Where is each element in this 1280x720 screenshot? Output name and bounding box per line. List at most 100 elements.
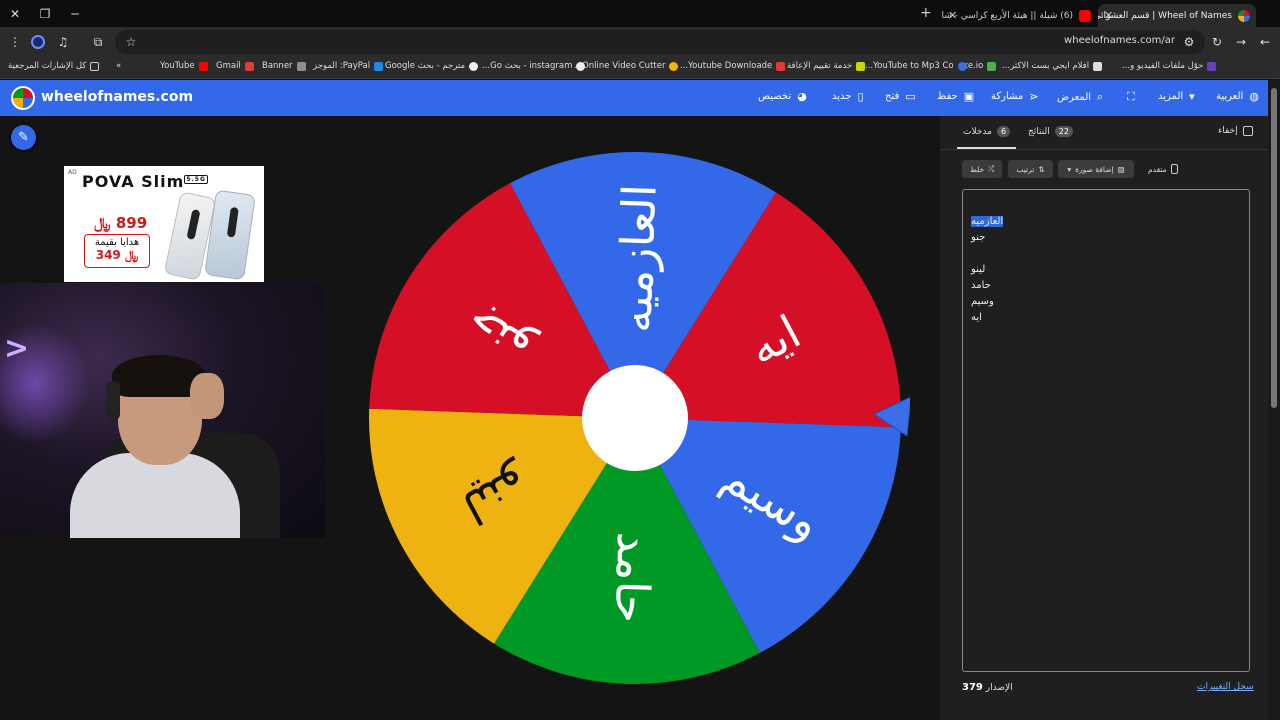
app-header: wheelofnames.com ◕ تخصيص ▯ جديد ▭ فتح ▣ حفظ … xyxy=(0,80,1268,116)
media-controls-icon[interactable]: ♫ xyxy=(54,33,72,51)
bookmark-item[interactable]: افلام ايجي بست الاكثر... xyxy=(1002,61,1103,71)
neon-sign-image: > xyxy=(4,331,30,366)
more-menu-button[interactable]: ▾ المزيد xyxy=(1158,90,1195,103)
save-button[interactable]: ▣ حفظ xyxy=(937,90,974,103)
checkbox-icon[interactable] xyxy=(1242,126,1253,136)
bookmark-icon xyxy=(776,61,786,71)
brand-title[interactable]: wheelofnames.com xyxy=(41,89,193,105)
minimize-window-icon[interactable]: ─ xyxy=(60,0,90,27)
fullscreen-icon: ⛶ xyxy=(1127,90,1135,103)
wheel-favicon-icon xyxy=(1238,9,1250,22)
close-tab-icon[interactable]: ✕ xyxy=(948,9,957,22)
wheel-center[interactable] xyxy=(582,365,688,471)
shuffle-button[interactable]: ⤮ خلط xyxy=(962,160,1002,178)
entry-line[interactable] xyxy=(971,246,1241,262)
bookmark-star-icon[interactable]: ☆ xyxy=(122,33,140,51)
ad-price: 899 ﷼ xyxy=(94,214,148,232)
advanced-toggle[interactable]: متقدم xyxy=(1143,160,1183,178)
version-info: الإصدار 379 xyxy=(962,682,1013,693)
all-bookmarks-item[interactable]: كل الإشارات المرجعية xyxy=(8,61,100,71)
entry-line[interactable]: ايه xyxy=(971,310,1241,326)
restore-window-icon[interactable]: ❐ xyxy=(30,0,60,27)
entry-line[interactable]: جنو xyxy=(971,230,1241,246)
new-tab-button[interactable]: + xyxy=(920,5,932,21)
search-icon: ⌕ xyxy=(1097,90,1104,103)
edit-pencil-button[interactable]: ✎ xyxy=(11,125,36,150)
bookmark-icon xyxy=(669,61,679,71)
profile-avatar-icon[interactable] xyxy=(29,33,47,51)
checkbox-icon[interactable] xyxy=(1170,164,1178,174)
browser-toolbar: ⋮ ♫ ⧉ ☆ wheelofnames.com/ar ⚙ ↻ → ← xyxy=(0,27,1280,57)
globe-icon: ◍ xyxy=(1249,90,1259,103)
entry-line[interactable]: حامد xyxy=(971,278,1241,294)
image-icon: ▨ xyxy=(1117,164,1125,174)
close-tab-icon[interactable]: ✕ xyxy=(1104,9,1113,22)
sort-button[interactable]: ⇅ ترتيب xyxy=(1008,160,1053,178)
ad-gift-text: هدايا بقيمة xyxy=(94,237,140,248)
page-scrollbar[interactable] xyxy=(1268,80,1280,720)
floppy-icon: ▣ xyxy=(963,90,975,103)
ad-badge: 5.5G xyxy=(184,174,208,184)
add-image-button[interactable]: ▨ إضافة صورة ▾ xyxy=(1058,160,1134,178)
changelog-link[interactable]: سجل التغييرات xyxy=(1197,682,1254,692)
url-text[interactable]: wheelofnames.com/ar xyxy=(1010,35,1175,46)
wheel-svg[interactable]: وسيمحامدلينوجنوالعازميهايه xyxy=(365,148,910,688)
bookmark-item[interactable]: Youtube Downloade... xyxy=(680,61,786,71)
bookmark-item[interactable]: حوّل ملفات الفيديو و... xyxy=(1122,61,1217,71)
extensions-icon[interactable]: ⧉ xyxy=(89,33,107,51)
chevron-down-icon: ▾ xyxy=(1067,164,1072,174)
entries-panel: إخفاء 22 النتائج 6 مدخلات ⤮ خلط ⇅ ترتيب ▨ إضا… xyxy=(940,116,1268,720)
bookmarks-overflow-icon[interactable]: » xyxy=(116,61,121,71)
bookmark-item[interactable]: instagram - بحث Go... xyxy=(482,61,586,71)
bookmark-item[interactable]: Banner xyxy=(262,61,306,71)
new-button[interactable]: ▯ جديد xyxy=(832,90,864,103)
wheel-segment-label: حامد xyxy=(604,531,661,624)
bookmark-icon xyxy=(987,61,997,71)
forward-icon[interactable]: → xyxy=(1232,33,1250,51)
folder-open-icon: ▭ xyxy=(905,90,916,103)
browser-tab-youtube[interactable]: (6) شيلة || هيئة الأربع كراسي - شا ✕ xyxy=(942,4,1097,27)
bookmark-item[interactable]: مترجم - بحث Google xyxy=(385,61,479,71)
bookmark-item[interactable]: YouTube to Mp3 Co... xyxy=(865,61,967,71)
open-button[interactable]: ▭ فتح xyxy=(885,90,916,103)
bookmark-icon xyxy=(957,61,967,71)
reload-icon[interactable]: ↻ xyxy=(1208,33,1226,51)
youtube-icon xyxy=(1079,9,1091,22)
results-count-badge: 22 xyxy=(1054,126,1073,137)
bookmark-item[interactable]: Gmail xyxy=(216,61,254,71)
entry-line[interactable]: وسيم xyxy=(971,294,1241,310)
shuffle-icon: ⤮ xyxy=(988,164,995,173)
advertisement[interactable]: AD POVA Slim 5.5G 899 ﷼ هدايا بقيمة 349 ﷼ xyxy=(64,166,264,282)
chevron-down-icon: ▾ xyxy=(1189,90,1195,103)
pencil-icon: ✎ xyxy=(18,130,29,145)
browser-tab-wheel[interactable]: Wheel of Names | قسم العشوائي ✕ xyxy=(1098,4,1256,27)
version-number: 379 xyxy=(962,682,983,693)
gallery-button[interactable]: ⌕ المعرض xyxy=(1057,90,1103,104)
bookmark-item[interactable]: PayPal: الموجز xyxy=(313,61,384,71)
wheel-segment-label: العازميه xyxy=(607,183,666,333)
tab-entries[interactable]: 6 مدخلات xyxy=(956,126,1017,149)
browser-tab-strip: ✕ ❐ ─ + (6) شيلة || هيئة الأربع كراسي - … xyxy=(0,0,1280,27)
close-window-icon[interactable]: ✕ xyxy=(0,0,30,27)
language-button[interactable]: ◍ العربية xyxy=(1216,90,1259,103)
fullscreen-button[interactable]: ⛶ xyxy=(1127,90,1135,104)
scrollbar-thumb[interactable] xyxy=(1271,88,1277,408)
bookmark-item[interactable]: خدمة تقييم الإعاقة xyxy=(787,61,866,71)
back-icon[interactable]: ← xyxy=(1256,33,1274,51)
site-settings-icon[interactable]: ⚙ xyxy=(1180,33,1198,51)
file-icon: ▯ xyxy=(857,90,864,103)
menu-kebab-icon[interactable]: ⋮ xyxy=(6,33,24,51)
wheel[interactable]: وسيم حامد لينو جنو العازميه ايه xyxy=(365,148,910,688)
entries-textarea[interactable]: العازميه جنو لينو حامد وسيم ايه xyxy=(962,189,1250,672)
bookmark-item[interactable]: YouTube xyxy=(160,61,208,71)
customize-button[interactable]: ◕ تخصيص xyxy=(758,90,807,103)
entry-line[interactable]: العازميه xyxy=(971,214,1241,230)
share-button[interactable]: ⋖ مشاركة xyxy=(991,90,1039,103)
wheel-logo-icon[interactable] xyxy=(11,86,35,110)
bookmark-item[interactable]: Online Video Cutter... xyxy=(574,61,679,71)
palette-icon: ◕ xyxy=(797,90,807,103)
tab-results[interactable]: 22 النتائج xyxy=(1028,126,1073,137)
entries-count-badge: 6 xyxy=(996,126,1011,137)
hide-toggle[interactable]: إخفاء xyxy=(1218,126,1253,136)
entry-line[interactable]: لينو xyxy=(971,262,1241,278)
